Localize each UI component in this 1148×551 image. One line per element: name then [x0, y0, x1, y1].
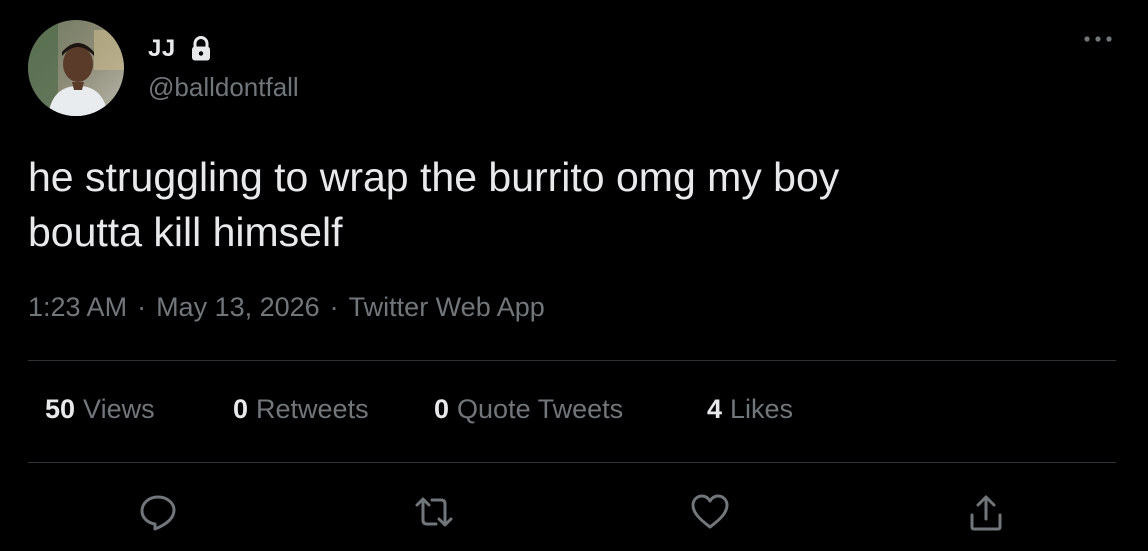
reply-button[interactable]: [136, 490, 180, 534]
views-label: Views: [83, 394, 155, 424]
tweet-card: JJ @balldontfall he struggling to wrap t…: [0, 0, 1148, 551]
retweets-stat[interactable]: 0 Retweets: [233, 394, 369, 425]
more-options-button[interactable]: [1078, 24, 1118, 54]
likes-stat[interactable]: 4 Likes: [707, 394, 793, 425]
avatar[interactable]: [28, 20, 124, 116]
tweet-date[interactable]: May 13, 2026: [156, 292, 320, 323]
divider: [28, 360, 1116, 361]
views-stat[interactable]: 50 Views: [45, 394, 155, 425]
share-icon: [970, 495, 1002, 531]
retweet-icon: [415, 497, 453, 527]
more-icon: [1084, 36, 1112, 42]
meta-separator: ·: [329, 292, 339, 322]
likes-label: Likes: [730, 394, 794, 424]
author-handle[interactable]: @balldontfall: [148, 72, 299, 103]
quote-tweets-label: Quote Tweets: [457, 394, 624, 424]
display-name[interactable]: JJ: [148, 35, 176, 63]
heart-icon: [691, 494, 729, 529]
like-button[interactable]: [688, 490, 732, 534]
meta-separator: ·: [137, 292, 147, 322]
share-button[interactable]: [964, 490, 1008, 534]
tweet-text: he struggling to wrap the burrito omg my…: [28, 154, 840, 255]
lock-icon: [190, 36, 212, 62]
divider: [28, 462, 1116, 463]
retweets-label: Retweets: [256, 394, 369, 424]
tweet-stats: 50 Views 0 Retweets 0 Quote Tweets 4 Likes: [0, 394, 1148, 434]
retweets-count: 0: [233, 394, 249, 424]
author-name-row: JJ: [148, 33, 212, 65]
tweet-time[interactable]: 1:23 AM: [28, 292, 127, 323]
avatar-photo-icon: [28, 20, 124, 116]
tweet-meta: 1:23 AM · May 13, 2026 · Twitter Web App: [28, 292, 545, 323]
retweet-button[interactable]: [412, 490, 456, 534]
likes-count: 4: [707, 394, 723, 424]
tweet-source[interactable]: Twitter Web App: [349, 292, 545, 323]
quote-tweets-stat[interactable]: 0 Quote Tweets: [434, 394, 623, 425]
quote-tweets-count: 0: [434, 394, 450, 424]
reply-icon: [140, 495, 176, 531]
views-count: 50: [45, 394, 76, 424]
